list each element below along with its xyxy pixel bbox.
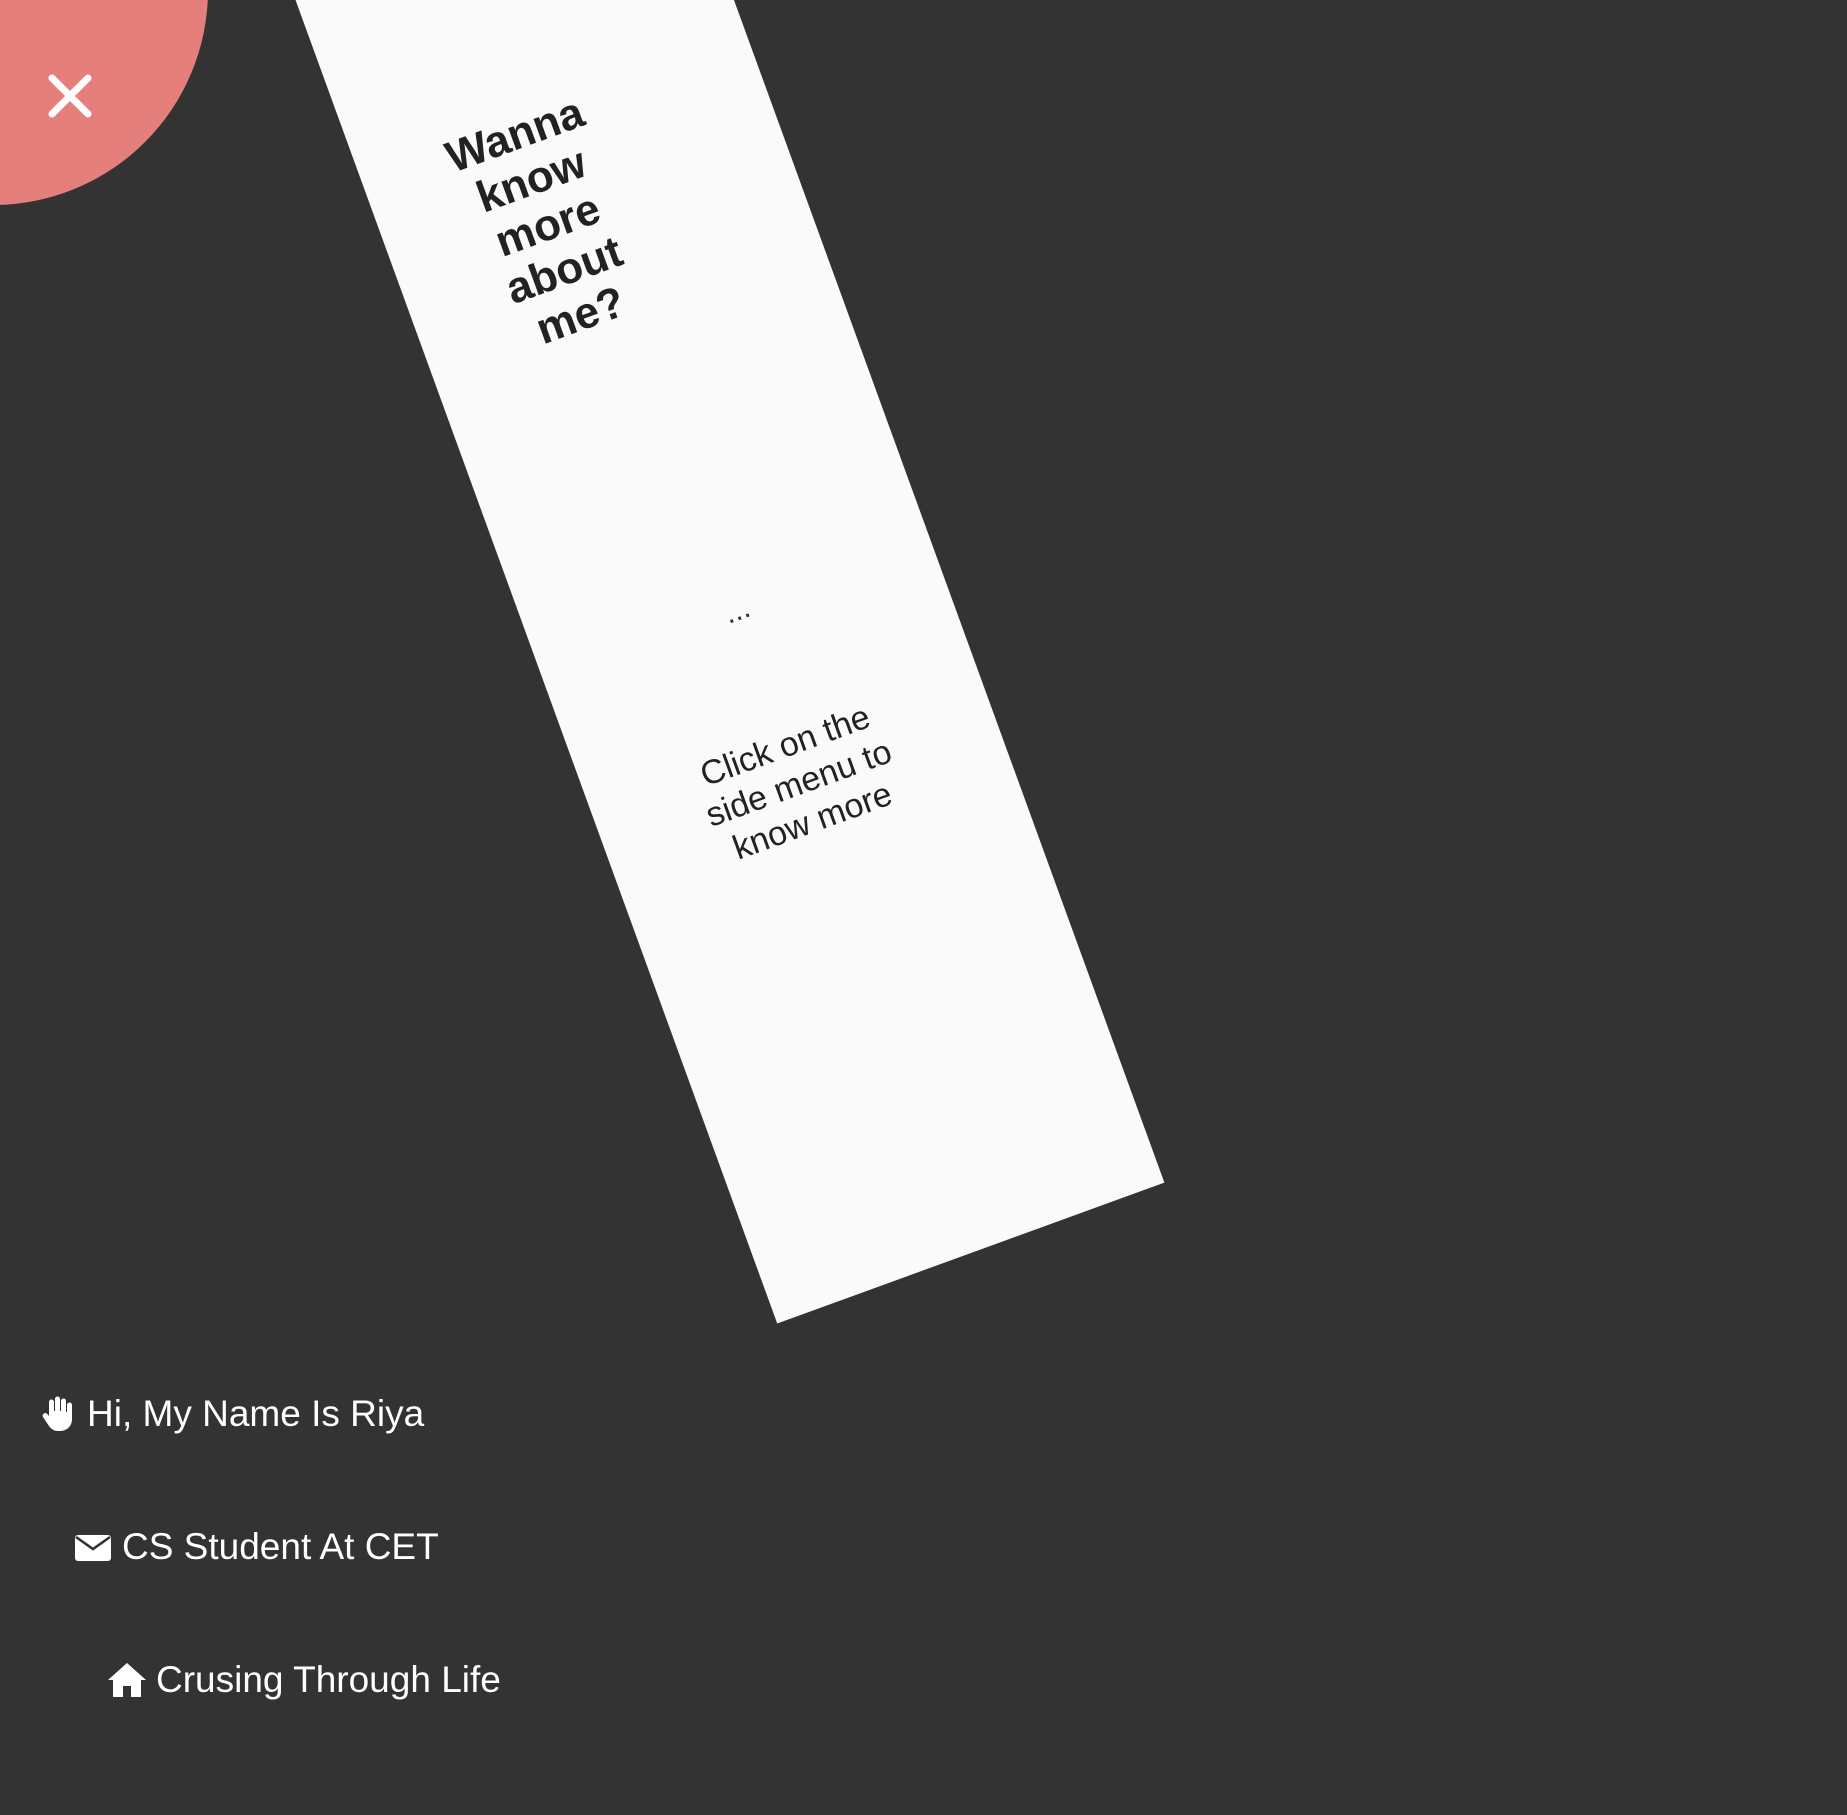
about-panel: Wanna know more about me? ... Click on t… bbox=[230, 0, 1165, 1324]
envelope-icon bbox=[72, 1526, 114, 1568]
menu-item-label: CS Student At CET bbox=[122, 1526, 439, 1567]
home-icon bbox=[106, 1659, 148, 1701]
close-icon bbox=[48, 74, 92, 118]
panel-ellipsis: ... bbox=[719, 590, 755, 631]
menu-item-label: Hi, My Name Is Riya bbox=[87, 1393, 425, 1434]
menu-item-life[interactable]: Crusing Through Life bbox=[106, 1659, 501, 1701]
menu-item-student[interactable]: CS Student At CET bbox=[72, 1526, 439, 1568]
panel-heading: Wanna know more about me? bbox=[439, 87, 632, 354]
close-circle bbox=[0, 0, 208, 205]
hand-icon bbox=[37, 1393, 79, 1435]
close-button[interactable] bbox=[44, 70, 96, 122]
menu-item-name[interactable]: Hi, My Name Is Riya bbox=[37, 1393, 424, 1435]
panel-note: Click on the side menu to know more bbox=[695, 697, 898, 868]
about-panel-content: Wanna know more about me? ... Click on t… bbox=[230, 0, 1164, 1324]
page: Wanna know more about me? ... Click on t… bbox=[0, 0, 1847, 1815]
menu-item-label: Crusing Through Life bbox=[156, 1659, 501, 1700]
